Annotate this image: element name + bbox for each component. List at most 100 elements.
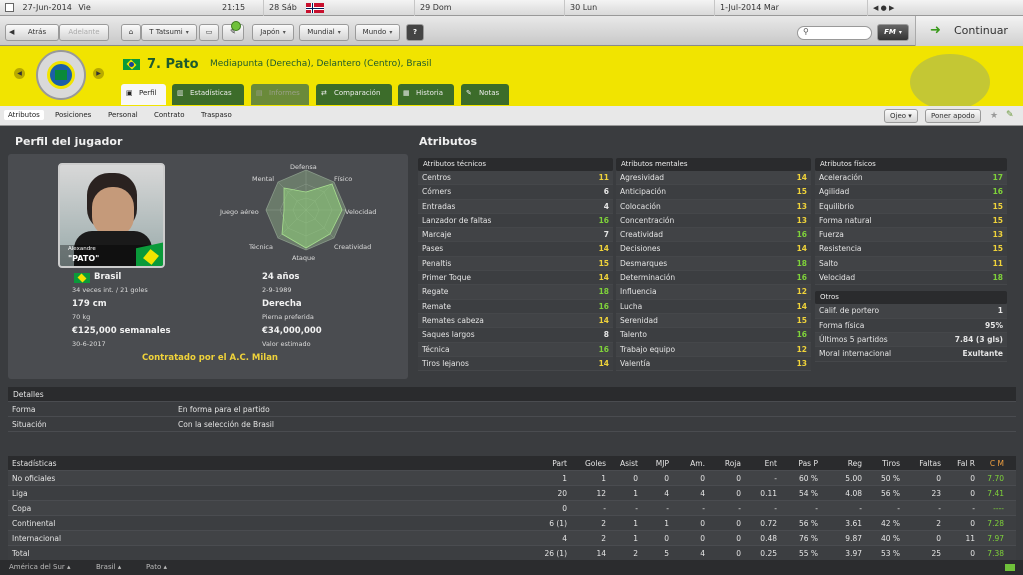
attribute-row[interactable]: Decisiones 14 [616, 242, 811, 257]
attribute-row[interactable]: Creatividad 16 [616, 228, 811, 243]
date-cell-28[interactable]: 28 Sáb [264, 0, 415, 16]
table-row[interactable]: Continental 6 (1) 2 1 1 0 0 0.72 56 % 3.61 42 % 2 0 7… [8, 516, 1016, 531]
column-header[interactable]: MJP [656, 456, 669, 471]
tab-perfil[interactable]: ▣ Perfil [121, 84, 166, 105]
column-header[interactable]: Part [552, 456, 567, 471]
subtab-posiciones[interactable]: Posiciones [51, 110, 95, 120]
attribute-row[interactable]: Resistencia 15 [815, 242, 1007, 257]
next-icon[interactable]: ▶ [889, 4, 894, 12]
attribute-row[interactable]: Talento 16 [616, 328, 811, 343]
forward-button[interactable]: Adelante [59, 24, 109, 41]
attribute-row[interactable]: Valentía 13 [616, 356, 811, 372]
scout-button[interactable]: Ojeo ▾ [884, 109, 918, 123]
table-row[interactable]: Total 26 (1) 14 2 5 4 0 0.25 55 % 3.97 53 % 25 0 7.38 [8, 546, 1016, 561]
attribute-row[interactable]: Remates cabeza 14 [418, 313, 613, 329]
column-header[interactable]: Goles [585, 456, 606, 471]
column-header[interactable]: Pas P [798, 456, 818, 471]
tab-notas[interactable]: ✎ Notas [461, 84, 509, 105]
attribute-row[interactable]: Saques largos 8 [418, 328, 613, 343]
subtab-atributos[interactable]: Atributos [4, 110, 44, 120]
attribute-row[interactable]: Agilidad 16 [815, 185, 1007, 200]
attribute-row[interactable]: Trabajo equipo 12 [616, 342, 811, 357]
breadcrumb-nation[interactable]: Brasil ▴ [96, 560, 121, 575]
attribute-row[interactable]: Entradas 4 [418, 199, 613, 214]
subtab-traspaso[interactable]: Traspaso [197, 110, 236, 120]
attribute-row[interactable]: Córners 6 [418, 185, 613, 200]
date-cell-29[interactable]: 29 Dom [415, 0, 565, 16]
manager-menu[interactable]: T Tatsumi ▾ [141, 24, 197, 41]
tab-estadisticas[interactable]: ▥ Estadísticas [172, 84, 244, 105]
attribute-row[interactable]: Velocidad 18 [815, 271, 1007, 286]
attribute-row[interactable]: Penaltis 15 [418, 256, 613, 272]
world-cup-menu[interactable]: Mundial ▾ [299, 24, 349, 41]
star-icon[interactable]: ★ [990, 111, 998, 121]
world-menu[interactable]: Mundo ▾ [355, 24, 400, 41]
table-row[interactable]: Copa 0- - - - - - - - - - - ---- [8, 501, 1016, 516]
inbox-button[interactable]: ▭ [199, 24, 219, 41]
attribute-row[interactable]: Serenidad 15 [616, 313, 811, 329]
attribute-row[interactable]: Marcaje 7 [418, 228, 613, 243]
attribute-row[interactable]: Aceleración 17 [815, 171, 1007, 186]
attribute-row[interactable]: Fuerza 13 [815, 228, 1007, 243]
attribute-row[interactable]: Técnica 16 [418, 342, 613, 357]
table-row[interactable]: No oficiales 1 1 0 0 0 0 - 60 % 5.00 50 % 0 0 7.70 [8, 471, 1016, 486]
attribute-row[interactable]: Salto 11 [815, 256, 1007, 272]
attribute-row[interactable]: Colocación 13 [616, 199, 811, 214]
continue-button[interactable]: ➜ Continuar [915, 16, 1023, 46]
date-cell-30[interactable]: 30 Lun [565, 0, 715, 16]
attribute-row[interactable]: Regate 18 [418, 285, 613, 300]
column-header[interactable]: Asist [620, 456, 638, 471]
attribute-row[interactable]: Tiros lejanos 14 [418, 356, 613, 372]
attribute-row[interactable]: Últimos 5 partidos 7.84 (3 gls) [815, 332, 1007, 348]
prev-player-icon[interactable]: ◀ [14, 68, 25, 79]
subtab-contrato[interactable]: Contrato [150, 110, 189, 120]
column-header[interactable]: Roja [725, 456, 741, 471]
notification-badge[interactable] [231, 21, 241, 31]
column-header[interactable]: Reg [848, 456, 862, 471]
date-nav[interactable]: ◀ ● ▶ [868, 0, 923, 16]
attribute-row[interactable]: Moral internacional Exultante [815, 347, 1007, 362]
attribute-row[interactable]: Desmarques 18 [616, 256, 811, 272]
column-header[interactable]: Ent [765, 456, 777, 471]
column-header[interactable]: Am. [690, 456, 705, 471]
tab-comparacion[interactable]: ⇄ Comparación [316, 84, 392, 105]
attribute-row[interactable]: Lanzador de faltas 16 [418, 213, 613, 229]
current-date-cell[interactable]: 27-Jun-2014 Vie 21:15 [0, 0, 264, 16]
subtab-personal[interactable]: Personal [104, 110, 142, 120]
edit-icon[interactable]: ✎ [1006, 110, 1014, 120]
attribute-row[interactable]: Forma física 95% [815, 318, 1007, 333]
attribute-row[interactable]: Pases 14 [418, 242, 613, 257]
attribute-row[interactable]: Influencia 12 [616, 285, 811, 300]
next-player-icon[interactable]: ▶ [93, 68, 104, 79]
attribute-row[interactable]: Primer Toque 14 [418, 271, 613, 286]
attribute-row[interactable]: Forma natural 15 [815, 213, 1007, 229]
attribute-row[interactable]: Equilibrio 15 [815, 199, 1007, 214]
column-header[interactable]: Fal R [957, 456, 975, 471]
table-row[interactable]: Internacional 4 2 1 0 0 0 0.48 76 % 9.87 40 % 0 11 7.… [8, 531, 1016, 546]
prev-icon[interactable]: ◀ [873, 4, 878, 12]
contracted-by[interactable]: Contratado por el A.C. Milan [142, 353, 278, 363]
attribute-row[interactable]: Calif. de portero 1 [815, 304, 1007, 319]
nationality[interactable]: Brasil [94, 272, 121, 282]
search-input[interactable]: ⚲ [797, 26, 872, 40]
date-cell-1jul[interactable]: 1-Jul-2014 Mar [715, 0, 868, 16]
column-header[interactable]: Faltas [919, 456, 941, 471]
table-row[interactable]: Liga 20 12 1 4 4 0 0.11 54 % 4.08 56 % 23 0 7.41 [8, 486, 1016, 501]
attribute-row[interactable]: Lucha 14 [616, 299, 811, 314]
attribute-row[interactable]: Concentración 13 [616, 213, 811, 229]
column-header[interactable]: C M [990, 456, 1004, 471]
fm-menu[interactable]: FM ▾ [877, 24, 909, 41]
home-button[interactable]: ⌂ [121, 24, 141, 41]
nickname-button[interactable]: Poner apodo [925, 109, 981, 123]
breadcrumb-continent[interactable]: América del Sur ▴ [9, 560, 71, 575]
attribute-row[interactable]: Anticipación 15 [616, 185, 811, 200]
tab-informes[interactable]: ▤ Informes [251, 84, 309, 105]
column-header[interactable]: Tiros [882, 456, 900, 471]
tab-historia[interactable]: ▦ Historia [398, 84, 454, 105]
nation-menu[interactable]: Japón ▾ [252, 24, 294, 41]
attribute-row[interactable]: Agresividad 14 [616, 171, 811, 186]
attribute-row[interactable]: Determinación 16 [616, 271, 811, 286]
dot-icon[interactable]: ● [881, 4, 887, 12]
attribute-row[interactable]: Centros 11 [418, 171, 613, 186]
attribute-row[interactable]: Remate 16 [418, 299, 613, 314]
